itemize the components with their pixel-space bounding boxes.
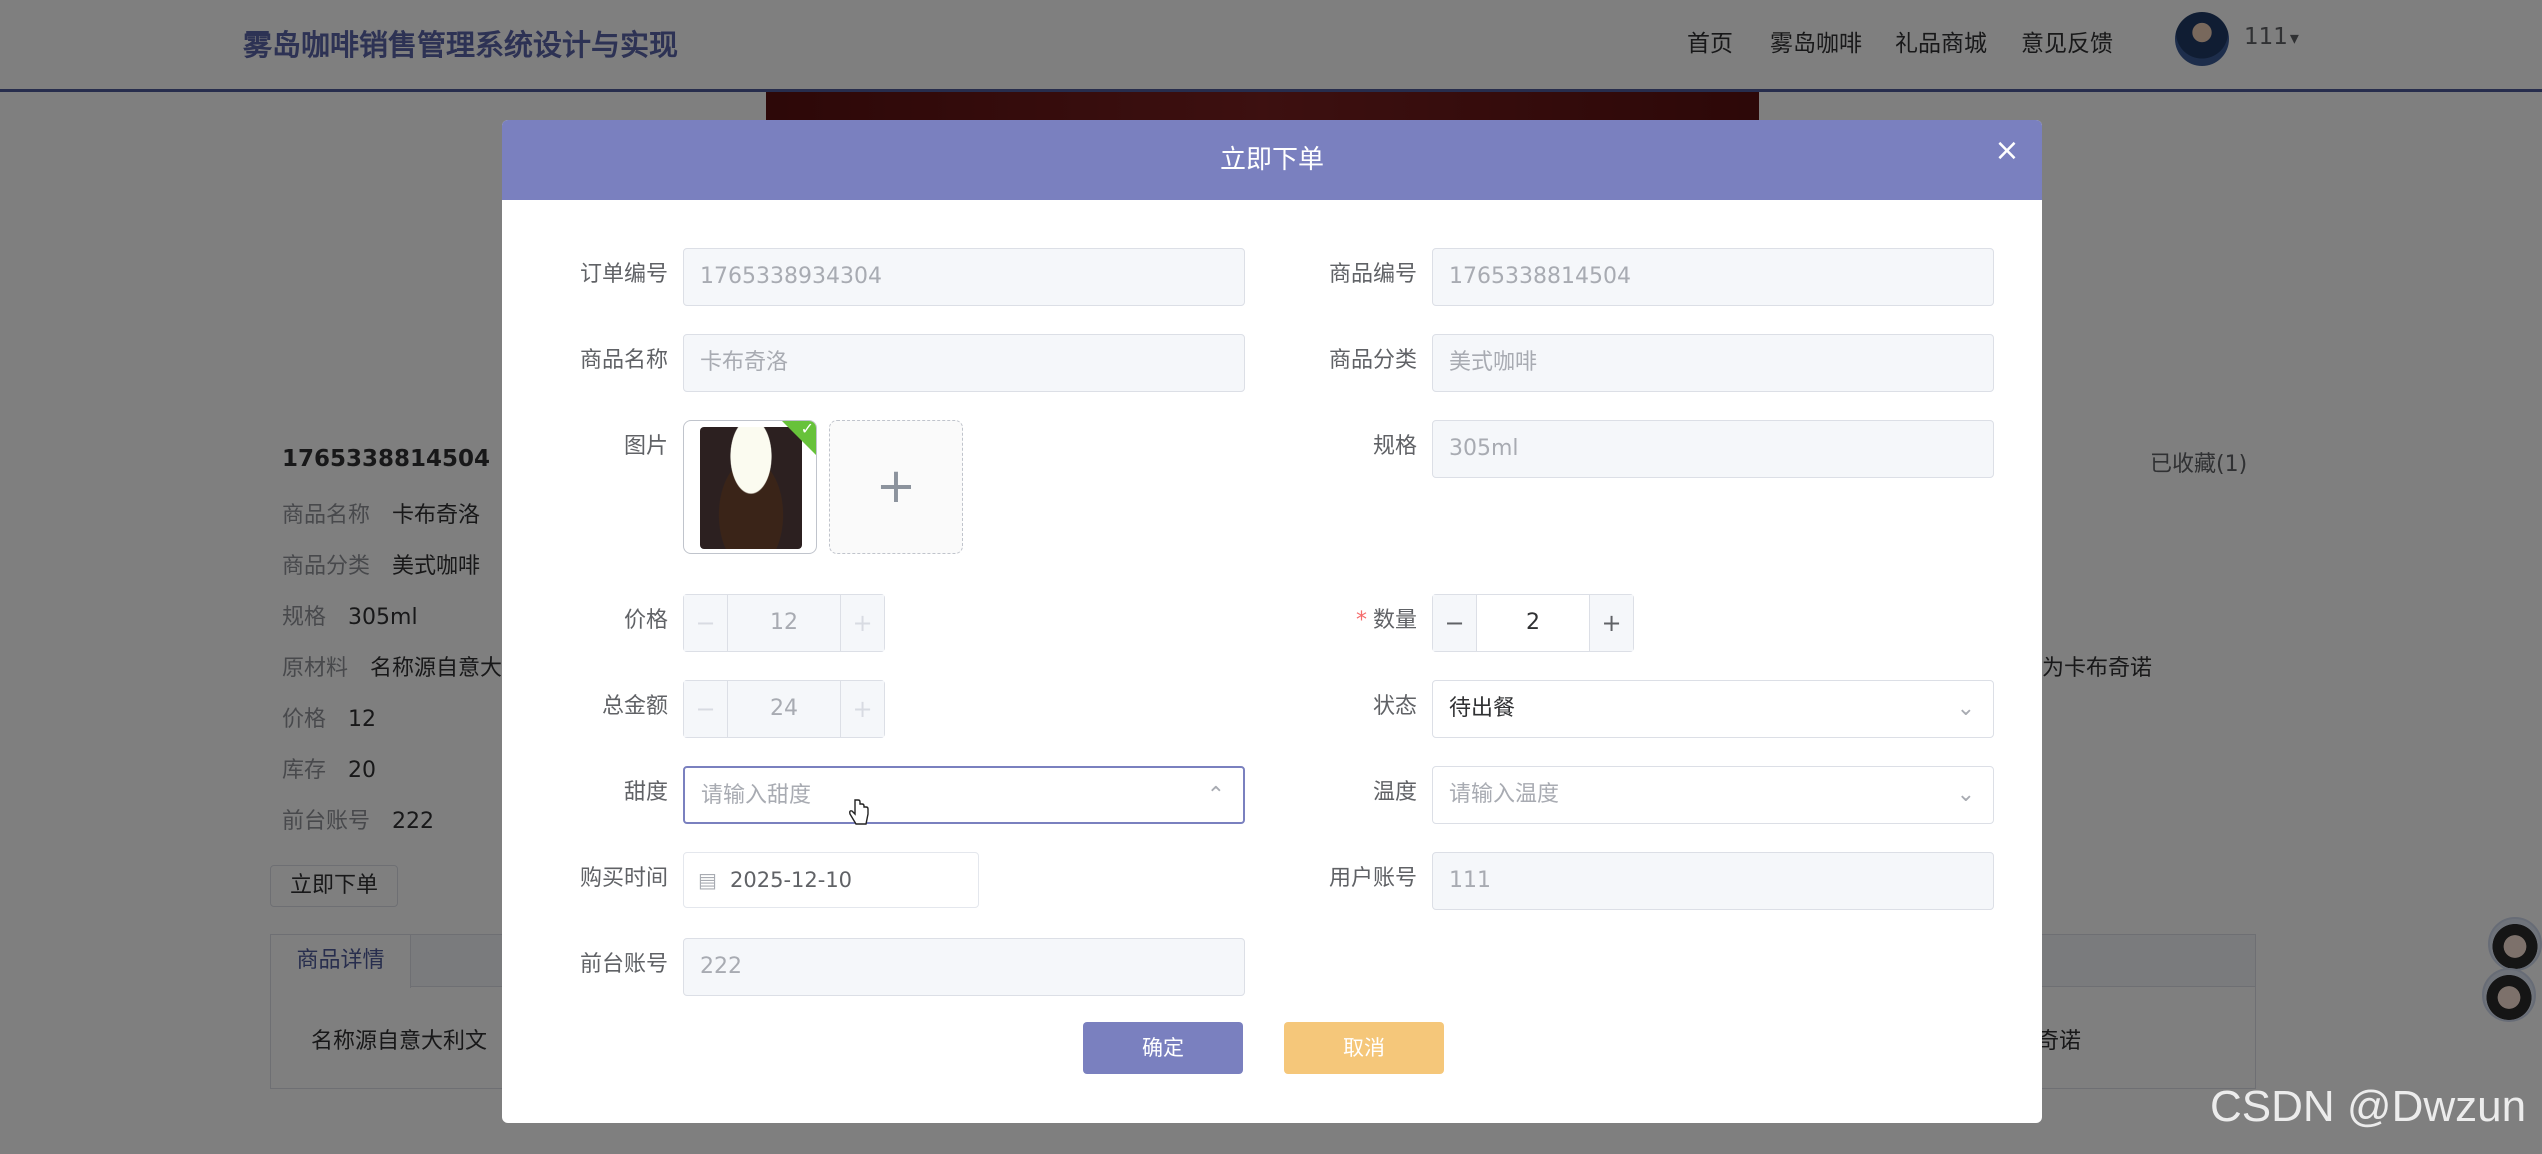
price-value[interactable]: 12: [728, 595, 840, 651]
quantity-value[interactable]: 2: [1477, 595, 1589, 651]
product-no-label: 商品编号: [1328, 262, 1417, 287]
check-icon: ✓: [800, 420, 814, 438]
total-label: 总金额: [601, 694, 668, 719]
category-field[interactable]: 美式咖啡: [1432, 334, 1994, 392]
cancel-button[interactable]: 取消: [1284, 1022, 1444, 1074]
hand-cursor-icon: [849, 799, 869, 825]
purchase-date-value: 2025-12-10: [730, 868, 853, 892]
dialog-title: 立即下单: [1219, 145, 1324, 175]
chevron-down-icon: ⌄: [1956, 696, 1975, 721]
price-minus-button[interactable]: −: [684, 595, 728, 651]
total-minus-button[interactable]: −: [684, 681, 728, 737]
dialog-header: 立即下单 ×: [502, 120, 2042, 200]
product-name-label: 商品名称: [579, 348, 668, 373]
temperature-placeholder: 请输入温度: [1449, 782, 1560, 807]
quantity-plus-button[interactable]: +: [1589, 595, 1633, 651]
quantity-label: * 数量: [1355, 608, 1417, 633]
category-label: 商品分类: [1328, 348, 1417, 373]
total-stepper[interactable]: − 24 +: [683, 680, 885, 738]
user-account-field[interactable]: 111: [1432, 852, 1994, 910]
temperature-select[interactable]: 请输入温度 ⌄: [1432, 766, 1994, 824]
purchase-date-picker[interactable]: ▤ 2025-12-10: [683, 852, 979, 908]
purchase-time-label: 购买时间: [579, 866, 668, 891]
chevron-down-icon: ⌄: [1956, 782, 1975, 807]
status-select[interactable]: 待出餐 ⌄: [1432, 680, 1994, 738]
plus-icon[interactable]: +: [829, 420, 963, 554]
user-account-label: 用户账号: [1328, 866, 1417, 891]
sweetness-select[interactable]: 请输入甜度 ⌃: [683, 766, 1245, 824]
front-account-label: 前台账号: [579, 952, 668, 977]
chevron-up-icon: ⌃: [1206, 783, 1225, 808]
order-no-field[interactable]: 1765338934304: [683, 248, 1245, 306]
status-label: 状态: [1372, 694, 1417, 719]
front-account-field[interactable]: 222: [683, 938, 1245, 996]
product-name-field[interactable]: 卡布奇洛: [683, 334, 1245, 392]
required-mark: *: [1355, 608, 1367, 633]
status-value: 待出餐: [1449, 696, 1516, 721]
spec-field[interactable]: 305ml: [1432, 420, 1994, 478]
price-stepper[interactable]: − 12 +: [683, 594, 885, 652]
uploaded-product-image[interactable]: ✓: [683, 420, 817, 554]
total-plus-button[interactable]: +: [840, 681, 884, 737]
price-label: 价格: [623, 608, 668, 633]
quantity-stepper[interactable]: − 2 +: [1432, 594, 1634, 652]
sweetness-placeholder: 请输入甜度: [701, 783, 812, 808]
spec-label: 规格: [1372, 434, 1417, 459]
total-value[interactable]: 24: [728, 681, 840, 737]
watermark: CSDN @Dwzun: [2210, 1082, 2527, 1131]
confirm-button[interactable]: 确定: [1083, 1022, 1243, 1074]
order-no-label: 订单编号: [579, 262, 668, 287]
sweetness-label: 甜度: [623, 780, 668, 805]
image-label: 图片: [623, 434, 668, 459]
product-no-field[interactable]: 1765338814504: [1432, 248, 1994, 306]
temperature-label: 温度: [1372, 780, 1417, 805]
calendar-icon: ▤: [698, 868, 717, 892]
close-icon[interactable]: ×: [1990, 134, 2024, 168]
quantity-minus-button[interactable]: −: [1433, 595, 1477, 651]
price-plus-button[interactable]: +: [840, 595, 884, 651]
